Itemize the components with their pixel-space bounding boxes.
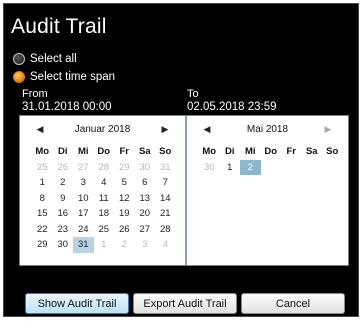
calendar-to-month: Mai 2018 — [246, 123, 289, 135]
calendar-to-grid: Mo Di Mi Do Fr Sa So 30 1 2 — [199, 144, 343, 175]
weekday-header: Fr — [119, 146, 130, 158]
dialog-title: Audit Trail — [11, 15, 107, 38]
weekday-header: Do — [264, 146, 278, 158]
weekday-header: Do — [97, 146, 111, 158]
calendar-day[interactable]: 10 — [73, 191, 94, 207]
calendar-day[interactable]: 2 — [53, 175, 74, 191]
calendar-from-header: ◀ Januar 2018 ▶ — [20, 116, 185, 142]
calendar-day[interactable]: 22 — [32, 222, 53, 238]
calendar-panel: ◀ Januar 2018 ▶ Mo Di Mi Do Fr Sa So 25 … — [19, 115, 349, 266]
calendar-day[interactable]: 4 — [155, 237, 176, 253]
calendar-day[interactable]: 19 — [114, 206, 135, 222]
from-label: From — [22, 88, 48, 100]
calendar-day[interactable]: 8 — [32, 191, 53, 207]
weekday-header: Mi — [244, 146, 256, 158]
to-label: To — [187, 88, 199, 100]
calendar-day[interactable]: 25 — [94, 222, 115, 238]
calendar-day[interactable]: 2 — [114, 237, 135, 253]
calendar-day[interactable]: 1 — [32, 175, 53, 191]
chevron-right-icon: ▶ — [324, 123, 332, 134]
calendar-day[interactable]: 28 — [155, 222, 176, 238]
weekday-header: So — [326, 146, 339, 158]
radio-select-all[interactable] — [13, 53, 25, 65]
select-time-span-label: Select time span — [30, 71, 116, 83]
calendar-day[interactable]: 30 — [199, 160, 220, 176]
weekday-header: Mi — [77, 146, 89, 158]
calendar-day[interactable]: 29 — [32, 237, 53, 253]
calendar-day[interactable]: 27 — [135, 222, 156, 238]
calendar-day[interactable]: 23 — [53, 222, 74, 238]
calendar-day[interactable]: 13 — [135, 191, 156, 207]
calendar-day[interactable]: 26 — [114, 222, 135, 238]
calendar-day[interactable]: 30 — [53, 237, 74, 253]
calendar-day[interactable]: 21 — [155, 206, 176, 222]
calendar-from-month: Januar 2018 — [74, 123, 131, 135]
chevron-right-icon[interactable]: ▶ — [159, 124, 171, 135]
calendar-day[interactable]: 15 — [32, 206, 53, 222]
chevron-left-icon[interactable]: ◀ — [34, 124, 46, 135]
calendar-day[interactable]: 7 — [155, 175, 176, 191]
weekday-header: Sa — [305, 146, 318, 158]
to-value: 02.05.2018 23:59 — [187, 101, 277, 113]
calendar-day[interactable]: 16 — [53, 206, 74, 222]
calendar-day-selected[interactable]: 2 — [240, 159, 261, 175]
weekday-header: Mo — [35, 146, 50, 158]
weekday-header: Mo — [202, 146, 217, 158]
calendar-day[interactable]: 20 — [135, 206, 156, 222]
calendar-day[interactable]: 29 — [114, 160, 135, 176]
calendar-day[interactable]: 30 — [135, 160, 156, 176]
radio-select-time-span[interactable] — [13, 71, 25, 83]
calendar-day[interactable]: 4 — [94, 175, 115, 191]
calendar-day[interactable]: 5 — [114, 175, 135, 191]
calendar-day[interactable]: 17 — [73, 206, 94, 222]
calendar-day[interactable]: 12 — [114, 191, 135, 207]
weekday-header: Di — [225, 146, 235, 158]
calendar-day[interactable]: 24 — [73, 222, 94, 238]
calendar-from-grid: Mo Di Mi Do Fr Sa So 25 26 27 28 29 30 3… — [32, 144, 176, 253]
select-time-span-option[interactable]: Select time span — [13, 71, 115, 83]
calendar-from: ◀ Januar 2018 ▶ Mo Di Mi Do Fr Sa So 25 … — [20, 116, 185, 265]
weekday-header: So — [159, 146, 172, 158]
calendar-day[interactable]: 31 — [155, 160, 176, 176]
export-audit-trail-button[interactable]: Export Audit Trail — [133, 293, 237, 314]
calendar-day[interactable]: 9 — [53, 191, 74, 207]
from-value: 31.01.2018 00:00 — [22, 101, 112, 113]
calendar-day-selected[interactable]: 31 — [73, 237, 94, 253]
cancel-button[interactable]: Cancel — [241, 293, 345, 314]
calendar-day[interactable]: 3 — [135, 237, 156, 253]
calendar-day[interactable]: 27 — [73, 160, 94, 176]
calendar-day[interactable]: 11 — [94, 191, 115, 207]
weekday-header: Fr — [286, 146, 297, 158]
show-audit-trail-button[interactable]: Show Audit Trail — [25, 293, 129, 314]
calendar-day[interactable]: 6 — [135, 175, 156, 191]
weekday-header: Sa — [138, 146, 151, 158]
weekday-header: Di — [58, 146, 68, 158]
calendar-day[interactable]: 1 — [94, 237, 115, 253]
calendar-to-header: ◀ Mai 2018 ▶ — [187, 116, 348, 142]
calendar-day[interactable]: 18 — [94, 206, 115, 222]
calendar-day[interactable]: 25 — [32, 160, 53, 176]
calendar-day[interactable]: 28 — [94, 160, 115, 176]
calendar-day[interactable]: 26 — [53, 160, 74, 176]
calendar-day[interactable]: 1 — [220, 160, 241, 176]
calendar-day[interactable]: 3 — [73, 175, 94, 191]
chevron-left-icon[interactable]: ◀ — [201, 124, 213, 135]
calendar-day[interactable]: 14 — [155, 191, 176, 207]
select-all-option[interactable]: Select all — [13, 53, 77, 65]
calendar-to: ◀ Mai 2018 ▶ Mo Di Mi Do Fr Sa So 30 1 2 — [185, 116, 348, 265]
select-all-label: Select all — [30, 53, 77, 65]
